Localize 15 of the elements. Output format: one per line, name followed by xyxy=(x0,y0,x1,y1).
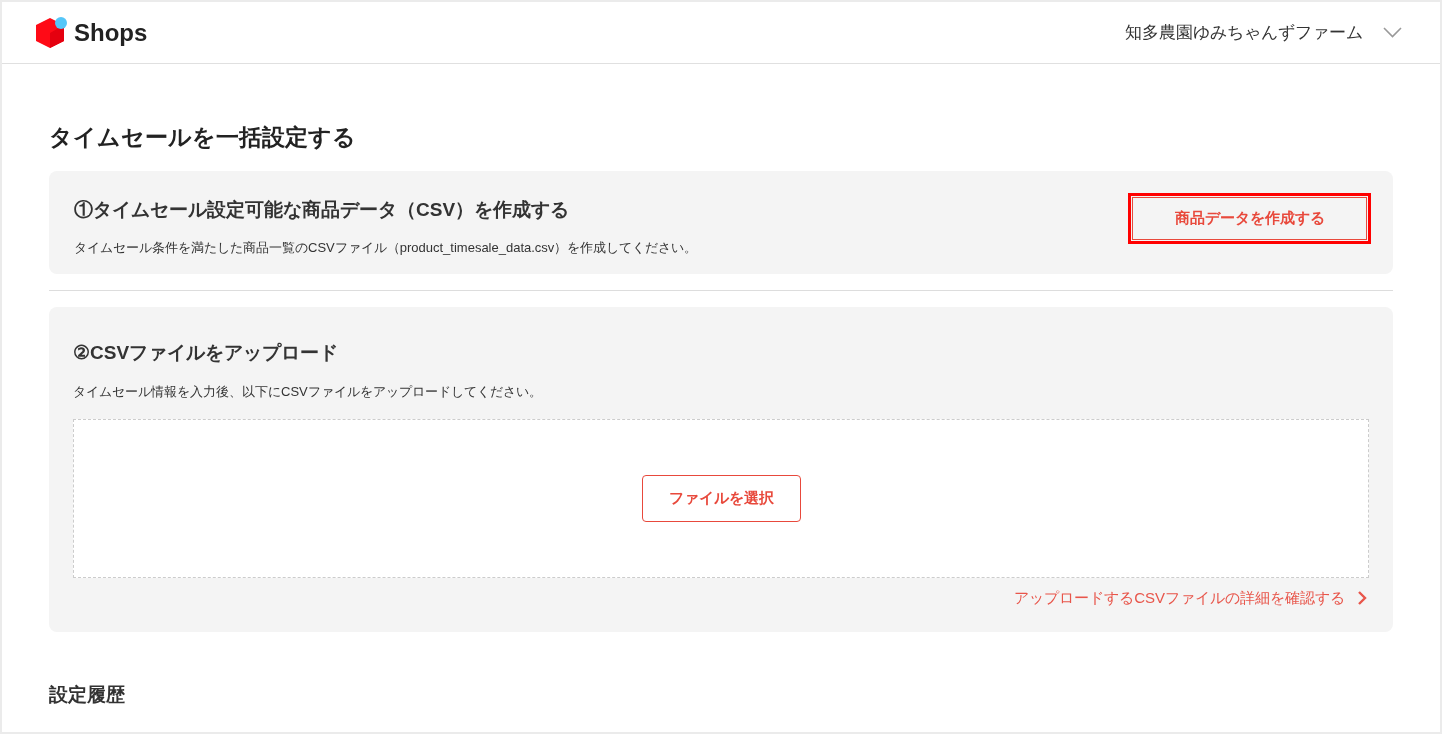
shop-selector[interactable]: 知多農園ゆみちゃんずファーム xyxy=(1125,19,1402,46)
step-heading: ②CSVファイルをアップロード xyxy=(73,341,340,365)
page-title: タイムセールを一括設定する xyxy=(49,123,357,152)
logo-icon xyxy=(36,15,68,50)
choose-file-button[interactable]: ファイルを選択 xyxy=(641,475,801,522)
history-heading: 設定履歴 xyxy=(49,683,126,707)
step-description: タイムセール情報を入力後、以下にCSVファイルをアップロードしてください。 xyxy=(73,383,543,401)
chevron-down-icon xyxy=(1383,27,1402,38)
step-heading: ①タイムセール設定可能な商品データ（CSV）を作成する xyxy=(74,198,571,222)
create-data-button[interactable]: 商品データを作成する xyxy=(1132,197,1367,240)
file-drop-zone[interactable]: ファイルを選択 xyxy=(73,419,1369,578)
chevron-right-icon xyxy=(1357,590,1367,606)
csv-details-link[interactable]: アップロードするCSVファイルの詳細を確認する xyxy=(1014,587,1367,609)
step-description: タイムセール条件を満たした商品一覧のCSVファイル（product_timesale_data.csv）を作成してください。 xyxy=(74,239,698,257)
logo-text: Shops xyxy=(74,17,148,48)
